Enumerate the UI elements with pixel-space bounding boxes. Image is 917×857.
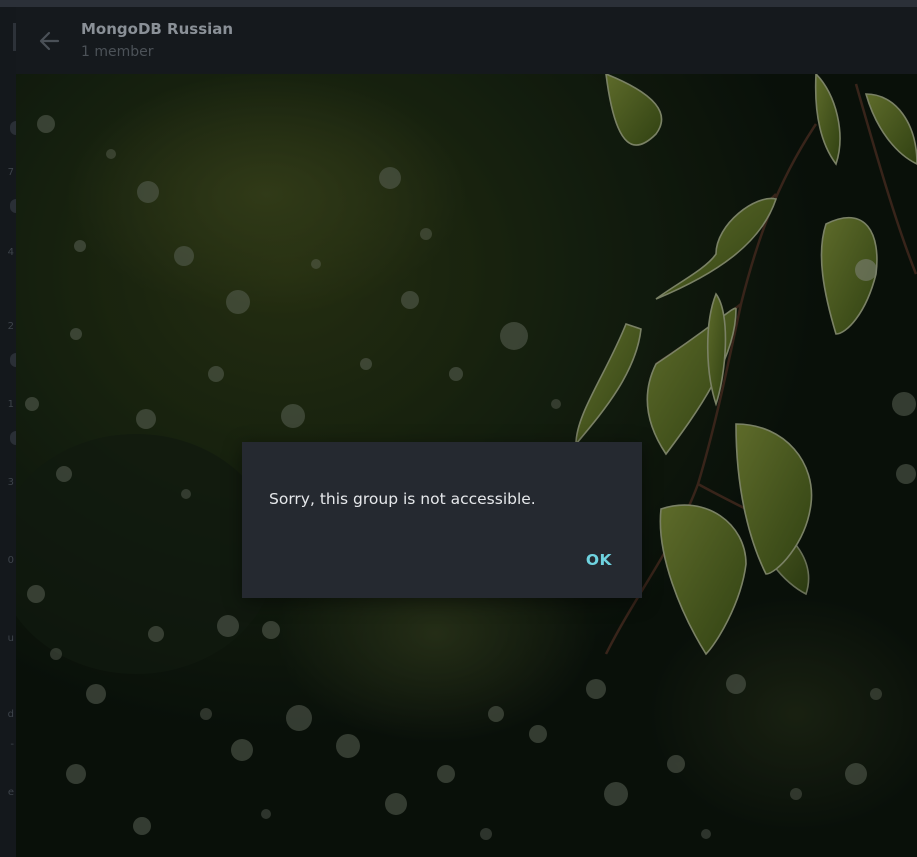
chat-list-fragment: - <box>10 739 14 750</box>
chat-list-fragment: e <box>7 787 14 798</box>
ok-button[interactable]: OK <box>586 551 612 569</box>
window-top-bar <box>0 0 917 7</box>
chat-list-edge[interactable]: 7 4 2 1 3 0 u d - e <box>0 7 16 857</box>
chat-list-fragment: 1 <box>7 399 14 410</box>
chat-list-fragment: 2 <box>7 321 14 332</box>
chat-list-fragment: 0 <box>7 555 14 566</box>
chat-list-fragment: 4 <box>7 247 14 258</box>
member-count: 1 member <box>81 44 154 60</box>
chat-header[interactable]: MongoDB Russian 1 member <box>16 7 917 74</box>
chat-list-fragment: d <box>7 709 14 720</box>
chat-list-fragment: 7 <box>7 167 14 178</box>
chat-list-fragment: 3 <box>7 477 14 488</box>
chat-list-fragment: u <box>7 633 14 644</box>
error-dialog: Sorry, this group is not accessible. OK <box>242 442 642 598</box>
dialog-message: Sorry, this group is not accessible. <box>269 490 536 508</box>
back-arrow-icon[interactable] <box>36 27 64 55</box>
chat-title[interactable]: MongoDB Russian <box>81 20 233 38</box>
